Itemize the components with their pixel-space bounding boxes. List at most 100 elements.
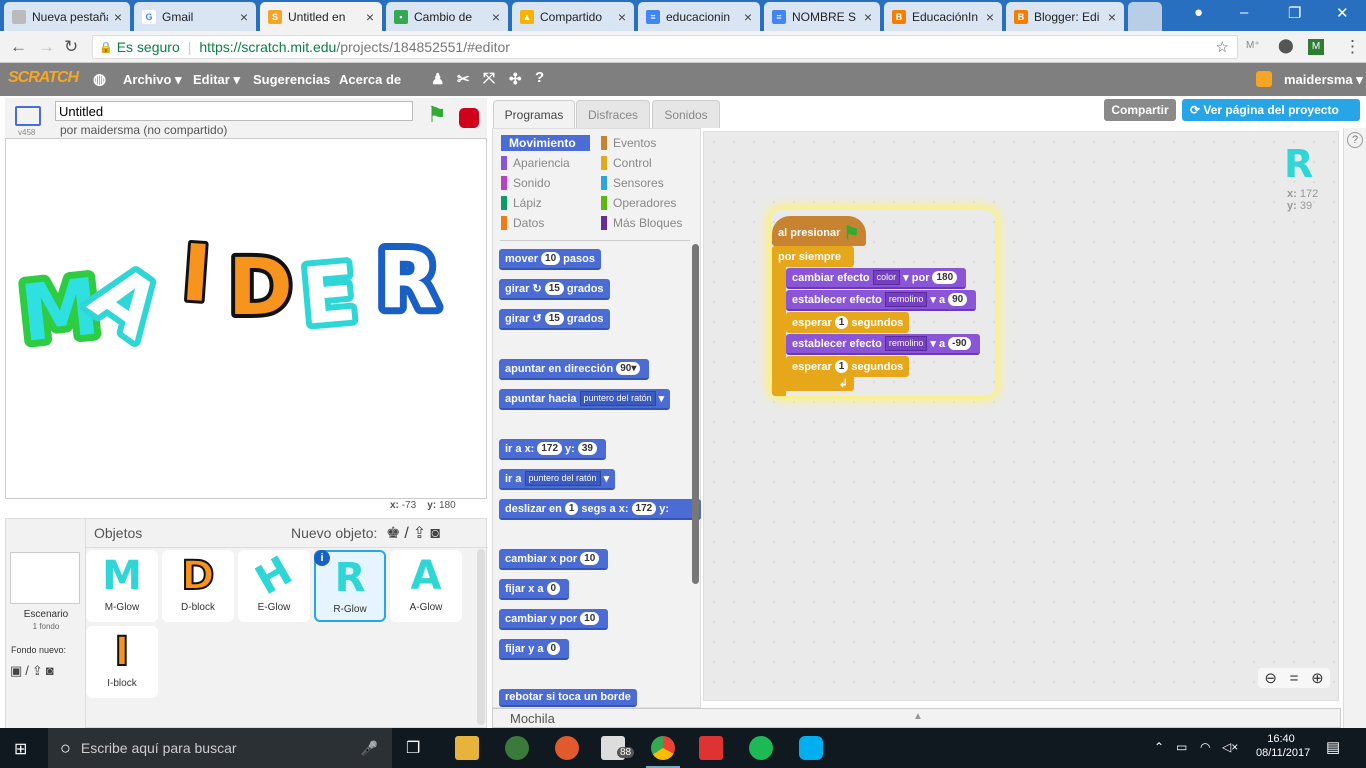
tab-cambio[interactable]: ▪ Cambio de × [386, 2, 508, 31]
category-mas-bloques[interactable]: Más Bloques [601, 216, 682, 230]
reload-icon[interactable]: ↻ [64, 37, 78, 57]
pin-icon[interactable]: ⬤ [1278, 37, 1294, 54]
close-icon[interactable]: × [114, 9, 122, 25]
extension-icon[interactable]: M⁺ [1246, 40, 1260, 51]
block-por-siempre[interactable]: por siempre [772, 246, 854, 267]
category-sonido[interactable]: Sonido [501, 176, 550, 190]
block-ir-a[interactable]: ir a puntero del ratón ▾ [499, 469, 616, 490]
close-icon[interactable]: × [864, 9, 872, 25]
menu-icon[interactable]: ⋮ [1344, 37, 1361, 57]
close-icon[interactable]: × [986, 9, 994, 25]
user-menu[interactable]: maidersma ▾ [1284, 72, 1363, 88]
block-cambiar-y[interactable]: cambiar y por 10 [499, 609, 609, 630]
block-deslizar[interactable]: deslizar en 1 segs a x: 172 y: [499, 499, 701, 520]
close-icon[interactable]: × [366, 9, 374, 25]
upload-icon[interactable]: ⇪ [32, 663, 46, 678]
grow-icon[interactable]: ⤧ [483, 70, 495, 87]
windows-start-icon[interactable]: ⊞ [14, 739, 27, 759]
tab-gmail[interactable]: G Gmail × [134, 2, 256, 31]
hat-block-al-presionar[interactable]: al presionar ⚑ [772, 216, 866, 246]
share-button[interactable]: Compartir [1104, 99, 1176, 121]
paint-brush-icon[interactable]: / [404, 525, 412, 542]
new-tab-button[interactable] [1128, 2, 1162, 31]
maximize-icon[interactable]: ❐ [1288, 4, 1301, 22]
backpack-bar[interactable]: Mochila ▲ [492, 708, 1341, 728]
upload-sprite-icon[interactable]: ⇪ [413, 525, 430, 542]
avatar[interactable] [1256, 71, 1272, 87]
sprite-thumb-a[interactable]: A A-Glow [390, 550, 462, 622]
block-esperar-1[interactable]: esperar 1 segundos [786, 312, 910, 333]
block-apuntar-hacia[interactable]: apuntar hacia puntero del ratón ▾ [499, 389, 671, 410]
brush-icon[interactable]: / [25, 663, 32, 678]
green-flag-icon[interactable]: ⚑ [427, 104, 447, 126]
winrar-icon[interactable] [699, 736, 723, 760]
zoom-in-icon[interactable]: ⊕ [1311, 669, 1324, 687]
sprite-thumb-i[interactable]: I I-block [86, 626, 158, 698]
tab-disfraces[interactable]: Disfraces [576, 100, 650, 128]
tab-nueva-pestana[interactable]: Nueva pestaña × [4, 2, 130, 31]
sprite-list-scrollbar[interactable] [477, 549, 485, 725]
block-cambiar-efecto[interactable]: cambiar efecto color ▾ por 180 [786, 268, 967, 289]
user-icon[interactable]: ● [1194, 4, 1203, 21]
sprite-thumb-e[interactable]: H E-Glow [238, 548, 310, 622]
close-icon[interactable]: × [744, 9, 752, 25]
block-girar-izquierda[interactable]: girar ↺ 15 grados [499, 309, 610, 330]
scratch-logo[interactable]: SCRATCH [8, 69, 79, 87]
block-apuntar-direccion[interactable]: apuntar en dirección 90▾ [499, 359, 650, 380]
tray-chevron-icon[interactable]: ⌃ [1154, 740, 1164, 754]
close-icon[interactable]: × [240, 9, 248, 25]
url-input[interactable]: 🔒 Es seguro | https://scratch.mit.edu /p… [92, 35, 1238, 59]
tab-educacionin-blogger[interactable]: B EducaciónIn × [884, 2, 1002, 31]
block-esperar-2[interactable]: esperar 1 segundos [786, 356, 910, 377]
shrink-icon[interactable]: ✣ [509, 70, 522, 88]
category-eventos[interactable]: Eventos [601, 136, 656, 150]
globe-icon[interactable]: ◍ [93, 70, 106, 88]
project-title-input[interactable] [55, 101, 413, 121]
file-explorer-icon[interactable] [455, 736, 479, 760]
star-icon[interactable]: ☆ [1216, 38, 1229, 56]
category-movimiento[interactable]: Movimiento [501, 135, 590, 151]
volume-icon[interactable]: ◁× [1222, 740, 1238, 754]
block-cambiar-x[interactable]: cambiar x por 10 [499, 549, 609, 570]
wifi-icon[interactable]: ◠ [1200, 740, 1210, 754]
see-project-page-button[interactable]: ⟳ Ver página del proyecto [1182, 99, 1360, 121]
sprite-r[interactable]: R [371, 229, 445, 333]
zoom-reset-icon[interactable]: = [1290, 670, 1299, 687]
tab-compartido[interactable]: ▲ Compartido × [512, 2, 634, 31]
duplicate-icon[interactable]: ♟ [431, 70, 444, 88]
evernote-icon[interactable]: M [1308, 39, 1324, 55]
delete-icon[interactable]: ✂ [457, 70, 470, 88]
skype-icon[interactable] [799, 736, 823, 760]
block-establecer-efecto-90[interactable]: establecer efecto remolino ▾ a 90 [786, 290, 977, 311]
tab-scratch-untitled[interactable]: S Untitled en × [260, 2, 382, 32]
task-view-icon[interactable]: ❐ [406, 738, 420, 758]
tips-help-icon[interactable]: ? [1347, 132, 1363, 148]
help-icon[interactable]: ? [535, 69, 544, 86]
info-icon[interactable]: i [314, 550, 330, 566]
close-icon[interactable]: × [1108, 9, 1116, 25]
sprite-thumb-d[interactable]: D D-block [162, 550, 234, 622]
category-operadores[interactable]: Operadores [601, 196, 676, 210]
block-fijar-y[interactable]: fijar y a0 [499, 639, 570, 660]
taskbar-search[interactable]: ○ Escribe aquí para buscar 🎤 [48, 728, 392, 768]
tab-blogger[interactable]: B Blogger: Edi × [1006, 2, 1124, 31]
image-icon[interactable]: ▣ [10, 663, 25, 678]
fullscreen-icon[interactable] [15, 106, 41, 126]
back-icon[interactable]: ← [10, 37, 27, 57]
block-mover[interactable]: mover 10 pasos [499, 249, 601, 270]
sprite-thumb-r-selected[interactable]: i R R-Glow [314, 550, 386, 622]
sprite-e[interactable]: E [293, 242, 366, 348]
camera-icon[interactable]: ◙ [46, 663, 57, 678]
sprite-thumb-m[interactable]: M M-Glow [86, 550, 158, 622]
palette-scrollbar[interactable] [692, 244, 699, 584]
sprite-i[interactable]: I [176, 225, 217, 323]
category-sensores[interactable]: Sensores [601, 176, 664, 190]
menu-sugerencias[interactable]: Sugerencias [253, 72, 330, 87]
stage-selector[interactable]: Escenario 1 fondo Fondo nuevo: ▣/⇪◙ [6, 519, 86, 729]
block-ir-a-xy[interactable]: ir a x: 172 y: 39 [499, 439, 606, 460]
clock[interactable]: 16:40 08/11/2017 [1256, 732, 1310, 760]
minimize-icon[interactable]: – [1240, 4, 1248, 21]
script-area[interactable]: R x: 172 y: 39 al presionar ⚑ por siempr… [703, 131, 1339, 701]
sims-icon[interactable] [505, 736, 529, 760]
close-icon[interactable]: × [492, 9, 500, 25]
